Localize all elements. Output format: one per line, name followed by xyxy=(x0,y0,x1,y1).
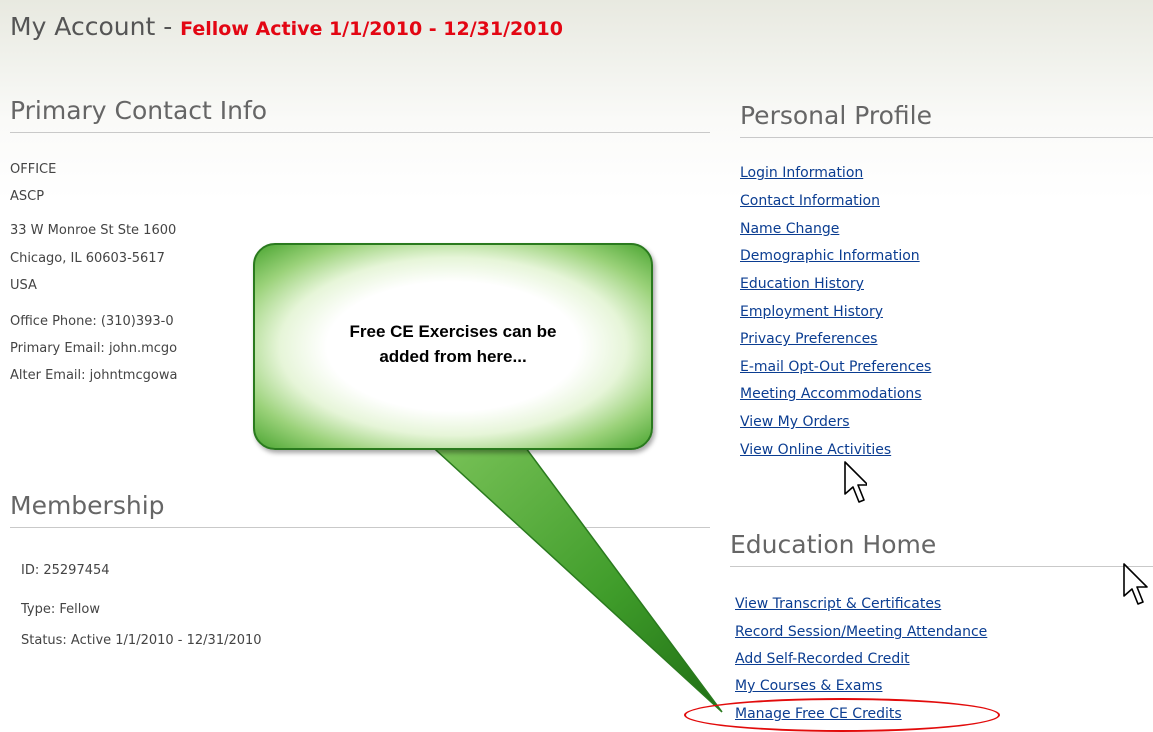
callout-text: Free CE Exercises can be added from here… xyxy=(255,319,651,369)
callout-line-1: Free CE Exercises can be xyxy=(349,322,557,341)
arrow-cursor-icon xyxy=(1123,563,1148,605)
callout-box: Free CE Exercises can be added from here… xyxy=(253,243,653,450)
highlight-ellipse xyxy=(684,698,1000,732)
callout-line-2: added from here... xyxy=(379,347,527,366)
arrow-cursor-icon xyxy=(844,461,867,503)
